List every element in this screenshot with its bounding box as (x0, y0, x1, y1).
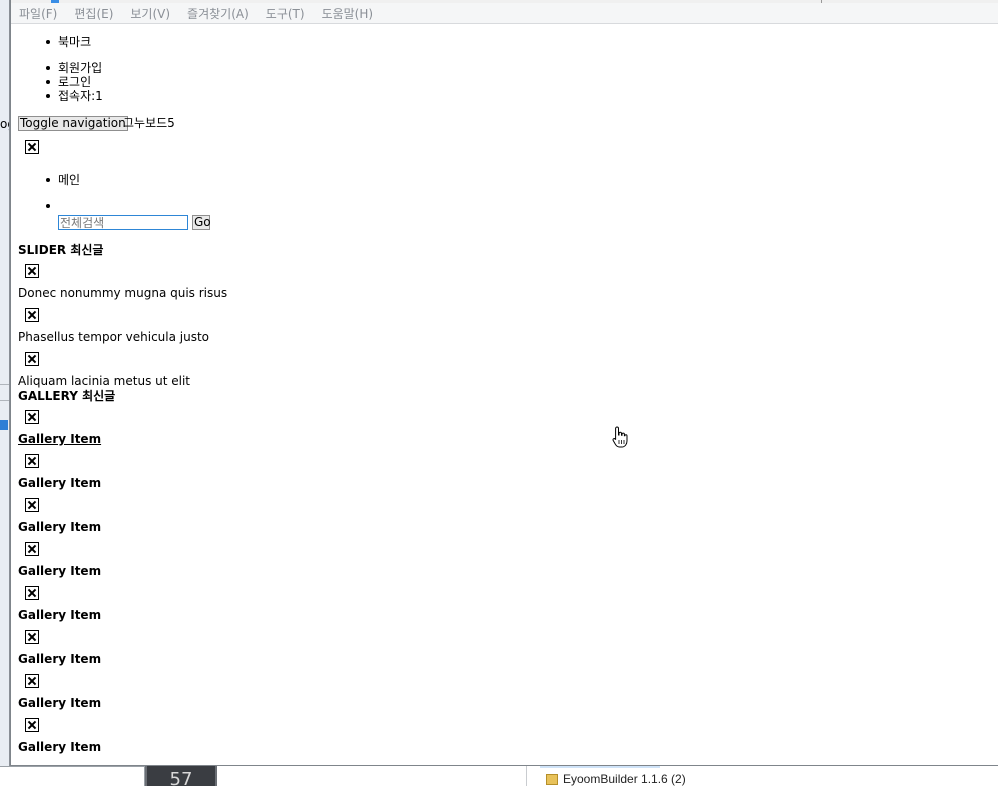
menu-favorites[interactable]: 즐겨찾기(A) (187, 5, 249, 22)
broken-image-icon (25, 140, 39, 154)
slider-item: Phasellus tempor vehicula justo (18, 330, 210, 344)
broken-image-icon (25, 308, 39, 322)
slider-heading: SLIDER 최신글 (18, 243, 104, 257)
gallery-item-link[interactable]: Gallery Item (18, 520, 101, 534)
bookmark-list: 북마크 (18, 35, 91, 49)
desktop-tab-marker (0, 420, 8, 430)
gallery-item-link[interactable]: Gallery Item (18, 696, 101, 710)
folder-icon (546, 773, 558, 785)
broken-image-icon (25, 542, 39, 556)
menu-tools[interactable]: 도구(T) (266, 5, 305, 22)
background-counter: 57 (145, 766, 217, 786)
folder-label: EyoomBuilder 1.1.6 (2) (563, 772, 686, 786)
broken-image-icon (25, 352, 39, 366)
slider-item: Aliquam lacinia metus ut elit (18, 374, 191, 388)
menu-file[interactable]: 파일(F) (19, 5, 57, 22)
register-link[interactable]: 회원가입 (18, 61, 103, 75)
page-viewport: 북마크 회원가입 로그인 접속자:1 Toggle navigation 그누보… (11, 24, 998, 765)
gallery-item-link[interactable]: Gallery Item (18, 740, 101, 754)
broken-image-icon (25, 718, 39, 732)
site-brand[interactable]: 그누보드5 (123, 116, 175, 131)
broken-image-icon (25, 264, 39, 278)
search-nav-list (18, 199, 58, 213)
gallery-item-link[interactable]: Gallery Item (18, 608, 101, 622)
hand-pointer-icon (612, 426, 628, 448)
broken-image-icon (25, 630, 39, 644)
gallery-item-link[interactable]: Gallery Item (18, 476, 101, 490)
toggle-navigation-button[interactable]: Toggle navigation (18, 116, 128, 131)
search-input[interactable] (58, 215, 188, 230)
broken-image-icon (25, 454, 39, 468)
broken-image-icon (25, 498, 39, 512)
user-menu-list: 회원가입 로그인 접속자:1 (18, 61, 103, 103)
visitor-count: 접속자:1 (18, 89, 103, 103)
menu-help[interactable]: 도움말(H) (322, 5, 374, 22)
broken-image-icon (25, 410, 39, 424)
nav-item-search (18, 199, 58, 213)
main-nav-list: 메인 (18, 173, 80, 187)
menu-view[interactable]: 보기(V) (130, 5, 170, 22)
gallery-item-link[interactable]: Gallery Item (18, 564, 101, 578)
search-go-button[interactable]: Go (192, 215, 211, 230)
menu-edit[interactable]: 편집(E) (74, 5, 113, 22)
gallery-heading: GALLERY 최신글 (18, 389, 116, 403)
menu-bar: 파일(F) 편집(E) 보기(V) 즐겨찾기(A) 도구(T) 도움말(H) (11, 3, 998, 24)
slider-item: Donec nonummy mugna quis risus (18, 286, 228, 300)
folder-list-item[interactable]: EyoomBuilder 1.1.6 (2) (546, 772, 686, 786)
nav-item-main[interactable]: 메인 (18, 173, 80, 187)
browser-window: 파일(F) 편집(E) 보기(V) 즐겨찾기(A) 도구(T) 도움말(H) 북… (10, 0, 998, 766)
broken-image-icon (25, 586, 39, 600)
login-link[interactable]: 로그인 (18, 75, 103, 89)
gallery-item-link[interactable]: Gallery Item (18, 432, 101, 446)
gallery-item-link[interactable]: Gallery Item (18, 652, 101, 666)
bookmark-link[interactable]: 북마크 (18, 35, 91, 49)
broken-image-icon (25, 674, 39, 688)
background-panel (0, 766, 145, 786)
